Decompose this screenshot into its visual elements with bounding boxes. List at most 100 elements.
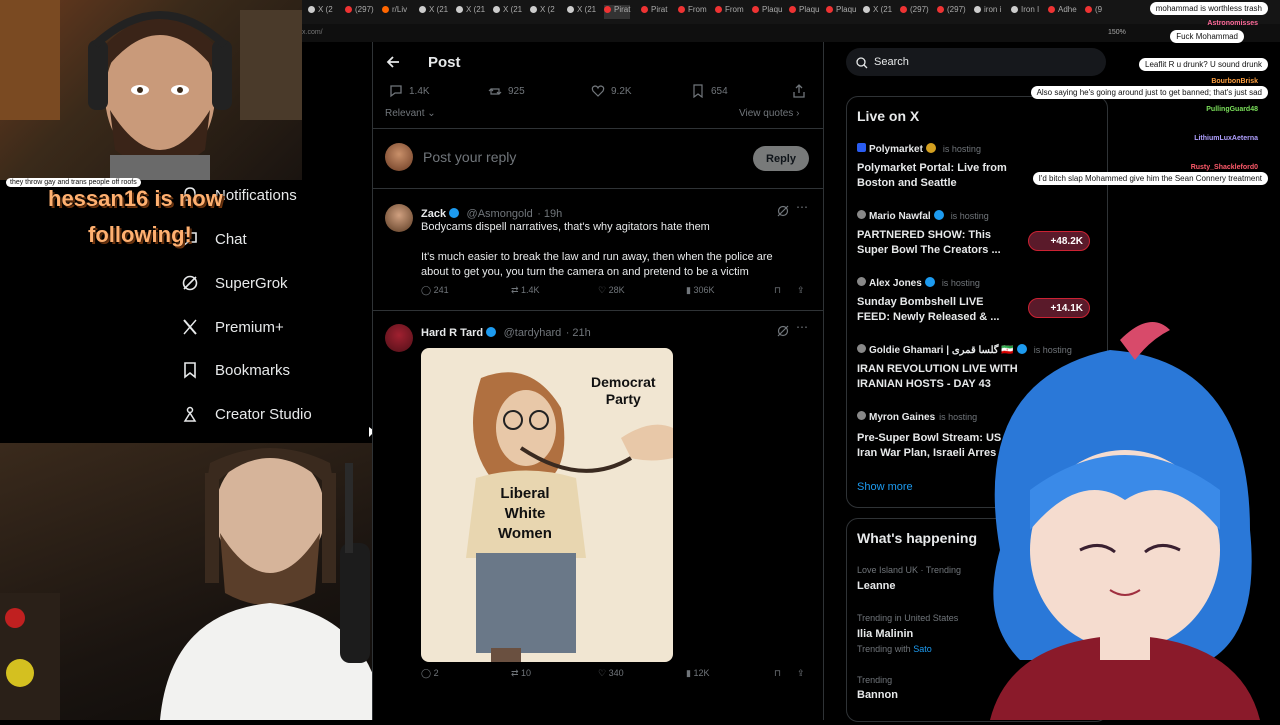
live-host[interactable]: Alex Jones is hosting: [857, 277, 980, 289]
tab-label: (297): [355, 5, 374, 14]
meme-text: White: [504, 505, 546, 522]
reply-action-reposts[interactable]: ⇄ 1.4K: [511, 285, 540, 296]
chat-message: I'd bitch slap Mohammed give him the Sea…: [1032, 172, 1268, 185]
reply-author-name[interactable]: Hard R Tard: [421, 327, 483, 339]
browser-tab[interactable]: X (21: [419, 5, 448, 19]
tab-label: X (21: [503, 5, 523, 14]
reply-action-likes[interactable]: ♡ 340: [598, 668, 624, 679]
browser-tab[interactable]: X (2: [308, 5, 333, 19]
reply-avatar[interactable]: [385, 324, 413, 352]
trend-item[interactable]: Leanne: [857, 580, 896, 592]
show-more-link[interactable]: Show more: [857, 481, 913, 493]
tab-label: Plaqu: [836, 5, 857, 14]
tab-label: (297): [947, 5, 966, 14]
meme-text: Women: [498, 525, 552, 542]
tab-label: X (21: [429, 5, 449, 14]
grok-icon[interactable]: [777, 324, 789, 342]
browser-tab[interactable]: Pirat: [641, 5, 667, 19]
post-bookmark-count[interactable]: 654: [691, 84, 728, 98]
post-repost-count[interactable]: 925: [488, 84, 525, 98]
browser-tab[interactable]: X (21: [863, 5, 892, 19]
tab-label: From: [725, 5, 744, 14]
live-stream-title[interactable]: Polymarket Portal: Live from Boston and …: [857, 161, 1017, 191]
browser-tab[interactable]: Adhe: [1048, 5, 1077, 19]
reply-avatar[interactable]: [385, 204, 413, 232]
sort-dropdown[interactable]: Relevant ⌄: [385, 108, 436, 119]
tab-label: (297): [910, 5, 929, 14]
reply-author-handle[interactable]: @Asmongold: [467, 208, 533, 220]
post-like-count[interactable]: 9.2K: [591, 84, 632, 98]
reply-action-likes[interactable]: ♡ 28K: [598, 285, 625, 296]
reply-author-name[interactable]: Zack: [421, 208, 446, 220]
bookmark-icon[interactable]: ⊓: [774, 668, 781, 679]
browser-tab[interactable]: (297): [345, 5, 374, 19]
reply-action-replies[interactable]: ◯ 2: [421, 668, 439, 679]
tab-favicon-icon: [419, 6, 426, 13]
reply-action-replies[interactable]: ◯ 241: [421, 285, 449, 296]
meme-shirt-text: Liberal White Women: [479, 484, 571, 544]
tab-favicon-icon: [604, 6, 611, 13]
nav-label: Notifications: [215, 186, 297, 204]
browser-address-bar[interactable]: x.com/ 150%: [300, 24, 1280, 42]
verified-badge-icon: [924, 277, 935, 287]
browser-tab[interactable]: (9: [1085, 5, 1102, 19]
trend-item[interactable]: Ilia Malinin: [857, 628, 913, 640]
reply-button[interactable]: Reply: [753, 146, 809, 171]
x-logo-icon: [180, 317, 200, 337]
reply-image[interactable]: Democrat Party Liberal White Women: [421, 348, 673, 662]
tab-label: Plaqu: [762, 5, 783, 14]
browser-tab[interactable]: X (2: [530, 5, 555, 19]
reply-text-line: about to get you, you turn the camera on…: [421, 266, 749, 278]
browser-tab[interactable]: X (21: [493, 5, 522, 19]
nav-supergrok[interactable]: SuperGrok: [180, 270, 288, 296]
reply-header: Hard R Tard @tardyhard · 21h: [421, 323, 591, 341]
tab-favicon-icon: [863, 6, 870, 13]
browser-tab[interactable]: Pirat: [604, 5, 631, 19]
user-avatar[interactable]: [385, 143, 413, 171]
nav-premium[interactable]: Premium+: [180, 314, 284, 340]
reply-action-views[interactable]: ▮ 306K: [686, 285, 714, 296]
grok-icon[interactable]: [777, 204, 789, 222]
tab-label: X (21: [466, 5, 486, 14]
browser-tab[interactable]: From: [678, 5, 707, 19]
live-stream-title[interactable]: PARTNERED SHOW: This Super Bowl The Crea…: [857, 228, 1017, 258]
more-options-icon[interactable]: ⋯: [796, 320, 808, 334]
back-arrow-icon[interactable]: [385, 54, 401, 75]
reply-action-views[interactable]: ▮ 12K: [686, 668, 709, 679]
browser-tab[interactable]: From: [715, 5, 744, 19]
post-reply-count[interactable]: 1.4K: [389, 84, 430, 98]
browser-tab[interactable]: Iron I: [1011, 5, 1039, 19]
more-options-icon[interactable]: ⋯: [796, 200, 808, 214]
reply-action-reposts[interactable]: ⇄ 10: [511, 668, 531, 679]
stat-value: 925: [508, 85, 525, 97]
share-icon[interactable]: ⇪: [797, 285, 805, 296]
browser-tab[interactable]: X (21: [567, 5, 596, 19]
view-quotes-link[interactable]: View quotes ›: [739, 108, 799, 119]
live-host[interactable]: Polymarket is hosting: [857, 143, 981, 155]
browser-tab[interactable]: X (21: [456, 5, 485, 19]
tab-label: Iron I: [1021, 5, 1040, 14]
browser-tab[interactable]: r/Liv: [382, 5, 407, 19]
nav-creator-studio[interactable]: Creator Studio: [180, 401, 312, 427]
browser-tab[interactable]: Plaqu: [826, 5, 856, 19]
action-count: 28K: [608, 284, 625, 295]
browser-tab[interactable]: iron i: [974, 5, 1001, 19]
reply-author-handle[interactable]: @tardyhard: [504, 327, 562, 339]
trend-item[interactable]: Bannon: [857, 689, 898, 701]
tab-favicon-icon: [974, 6, 981, 13]
browser-tab[interactable]: Plaqu: [752, 5, 782, 19]
live-host[interactable]: Mario Nawfal is hosting: [857, 210, 989, 222]
search-input[interactable]: Search: [846, 48, 1106, 76]
browser-tab[interactable]: (297): [900, 5, 929, 19]
trend-sub-label: Trending with: [857, 644, 911, 654]
browser-tab[interactable]: Plaqu: [789, 5, 819, 19]
trend-sub-link[interactable]: Sato: [913, 644, 932, 654]
bookmark-icon[interactable]: ⊓: [774, 285, 781, 296]
action-count: 1.4K: [521, 284, 540, 295]
nav-bookmarks[interactable]: Bookmarks: [180, 357, 290, 383]
tab-favicon-icon: [678, 6, 685, 13]
share-icon[interactable]: [792, 84, 806, 103]
reply-input[interactable]: Post your reply: [423, 149, 516, 165]
share-icon[interactable]: ⇪: [797, 668, 805, 679]
browser-tab[interactable]: (297): [937, 5, 966, 19]
